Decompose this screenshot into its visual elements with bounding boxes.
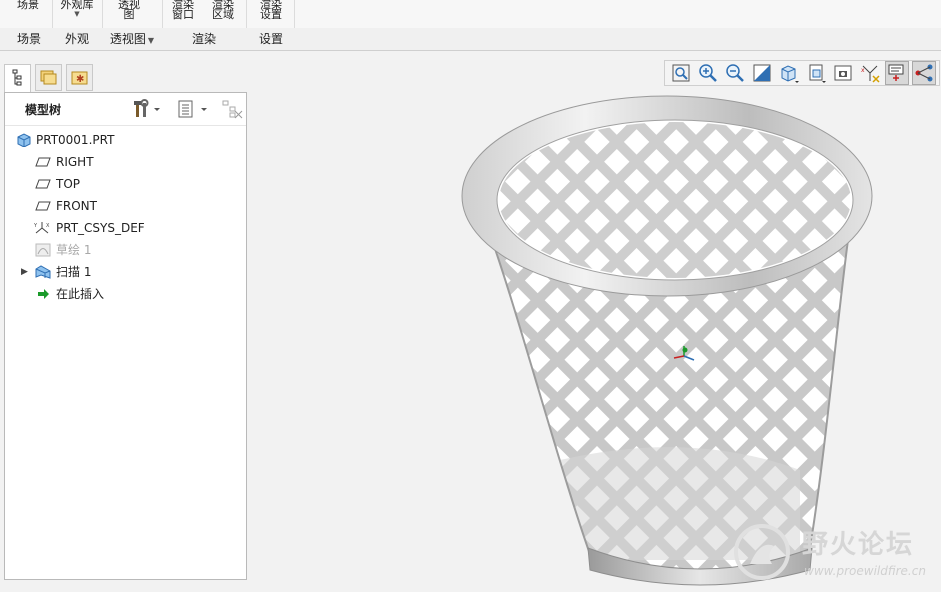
refit-button[interactable] (669, 61, 693, 85)
perspective-label-line2: 图 (123, 8, 135, 21)
datum-plane-icon (35, 179, 51, 189)
appearance-gallery-label: 外观库 (60, 0, 94, 11)
tree-item-label: PRT_CSYS_DEF (56, 221, 145, 235)
display-style-button[interactable] (777, 61, 801, 85)
appearance-gallery-button[interactable]: 外观库 ▼ (56, 0, 98, 18)
spin-center-button[interactable] (912, 61, 936, 85)
watermark-url: www.proewildfire.cn (804, 564, 926, 578)
display-style-icon (781, 65, 799, 83)
tree-item-csys[interactable]: Y X PRT_CSYS_DEF (5, 218, 246, 238)
repaint-icon (753, 64, 771, 82)
navigator-tabs: ✱ (4, 64, 248, 93)
render-setup-label-line2: 设置 (260, 8, 282, 21)
view-manager-button[interactable] (831, 61, 855, 85)
tree-filter-button[interactable] (221, 99, 245, 124)
svg-text:✱: ✱ (76, 74, 84, 85)
tree-item-label: 扫描 1 (56, 265, 92, 279)
datum-display-icon: x (861, 65, 880, 83)
model-tree-panel: 模型树 PRT0001.PRT RIGHT TOP FRONT Y X PRT_… (4, 92, 247, 580)
perspective-view-button[interactable]: 透视 图 (114, 0, 144, 20)
group-label-scene: 场景 (16, 32, 41, 46)
render-setup-button[interactable]: 渲染 设置 (256, 0, 286, 20)
datum-display-button[interactable]: x (858, 61, 882, 85)
view-manager-icon (834, 65, 852, 81)
render-region-label-line2: 区域 (212, 8, 234, 21)
group-label-appearance: 外观 (64, 32, 89, 46)
tab-favorites[interactable]: ✱ (66, 64, 93, 91)
scene-button-label: 场景 (17, 0, 39, 11)
expand-arrow-icon[interactable]: ▶ (21, 262, 28, 282)
part-icon (17, 133, 31, 147)
zoom-out-button[interactable] (723, 61, 747, 85)
coordinate-system-icon: Y X (34, 222, 50, 234)
datum-plane-icon (35, 201, 51, 211)
scene-button[interactable]: 场景 (14, 0, 42, 10)
model-tree-icon (12, 69, 22, 86)
zoom-in-button[interactable] (696, 61, 720, 85)
watermark-title: 野火论坛 (802, 530, 915, 560)
tree-item-right[interactable]: RIGHT (5, 152, 246, 172)
datum-plane-icon (35, 157, 51, 167)
annotation-display-button[interactable] (885, 61, 909, 85)
tree-item-part[interactable]: PRT0001.PRT (5, 130, 246, 150)
model-tree-title: 模型树 (25, 103, 62, 117)
tree-item-label: PRT0001.PRT (36, 133, 115, 147)
model-tree-header: 模型树 (5, 93, 246, 126)
tree-settings-button[interactable] (133, 99, 163, 122)
group-label-perspective[interactable]: 透视图 ▼ (104, 28, 160, 50)
tree-item-front[interactable]: FRONT (5, 196, 246, 216)
favorites-icon: ✱ (71, 71, 88, 85)
spin-center-icon (915, 64, 933, 82)
annotation-display-icon (888, 64, 904, 81)
render-window-button[interactable]: 渲染 窗口 (168, 0, 198, 20)
ribbon: 场景 外观库 ▼ 透视 图 渲染 窗口 渲染 区域 渲染 设置 (0, 0, 941, 50)
tab-folder-browser[interactable] (35, 64, 62, 91)
saved-orientations-button[interactable] (804, 61, 828, 85)
repaint-button[interactable] (750, 61, 774, 85)
tree-item-label: RIGHT (56, 155, 94, 169)
graphics-viewport[interactable] (250, 88, 941, 589)
folder-browser-icon (40, 70, 57, 85)
svg-text:X: X (46, 223, 50, 229)
render-region-button[interactable]: 渲染 区域 (208, 0, 238, 20)
sweep-icon (35, 265, 51, 279)
chevron-down-icon: ▼ (147, 36, 155, 45)
refit-icon (672, 64, 690, 82)
ribbon-group-bar: 场景 外观 透视图 ▼ 渲染 设置 (0, 28, 941, 51)
tree-item-label: TOP (56, 177, 81, 191)
zoom-in-icon (699, 64, 717, 82)
tree-item-sweep[interactable]: ▶ 扫描 1 (5, 262, 246, 282)
show-options-button[interactable] (177, 99, 213, 122)
tree-item-top[interactable]: TOP (5, 174, 246, 194)
svg-text:Y: Y (34, 223, 38, 229)
tree-item-sketch[interactable]: 草绘 1 (5, 240, 246, 260)
zoom-out-icon (726, 64, 744, 82)
group-label-settings: 设置 (258, 32, 283, 46)
hammer-wrench-icon (134, 99, 160, 117)
chevron-down-icon: ▼ (74, 10, 80, 18)
render-window-label-line2: 窗口 (172, 8, 194, 21)
svg-text:x: x (861, 67, 865, 74)
insert-here-arrow-icon (38, 289, 49, 299)
group-label-render: 渲染 (191, 32, 216, 46)
graphics-toolbar: x (664, 60, 941, 86)
tree-item-label: 在此插入 (56, 287, 105, 301)
tab-model-tree[interactable] (4, 64, 31, 93)
saved-orientations-icon (809, 64, 826, 83)
list-document-icon (178, 100, 207, 118)
tree-item-label: FRONT (56, 199, 97, 213)
group-label-perspective-text: 透视图 (109, 32, 146, 46)
wastebasket-model (461, 95, 873, 586)
tree-item-insert-here[interactable]: 在此插入 (5, 284, 246, 304)
sketch-icon (35, 243, 51, 257)
tree-item-label: 草绘 1 (56, 243, 92, 257)
flame-logo-icon (734, 524, 790, 580)
forum-watermark: 野火论坛 www.proewildfire.cn (730, 518, 941, 584)
filter-tree-icon (222, 100, 243, 119)
